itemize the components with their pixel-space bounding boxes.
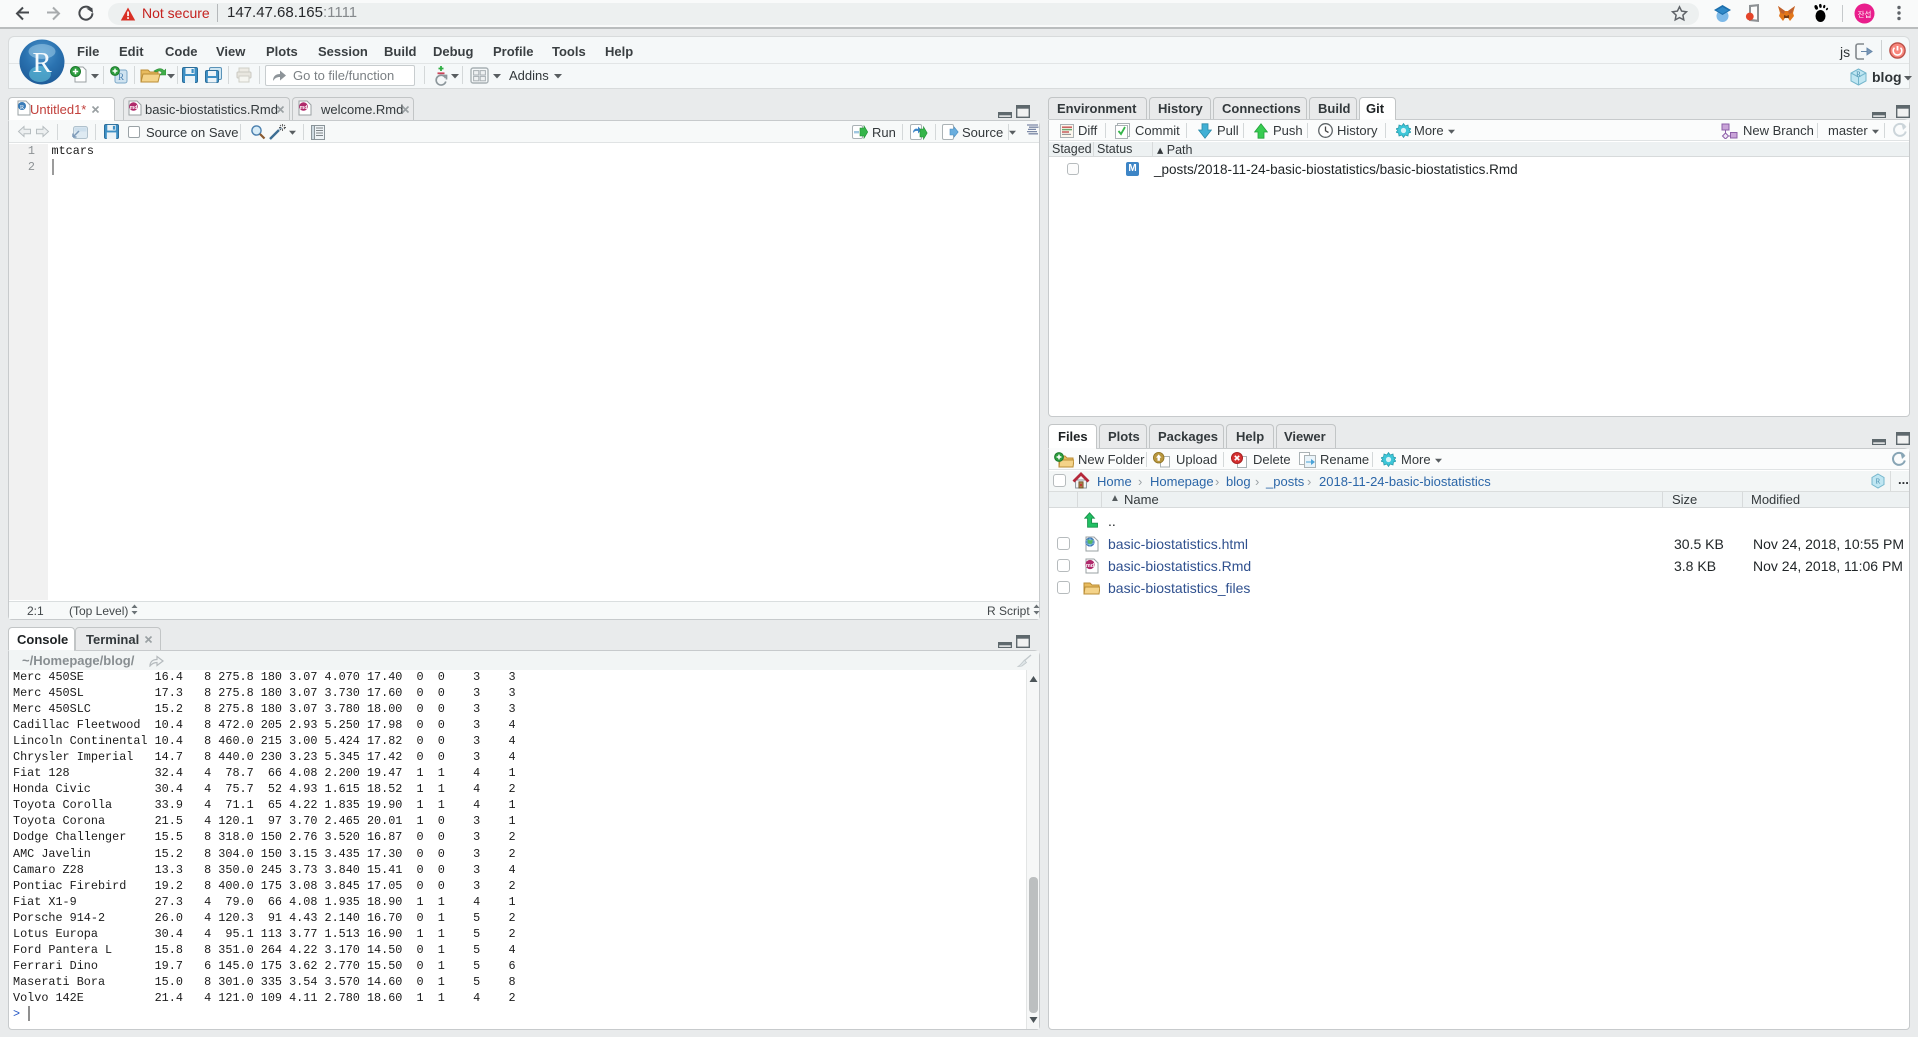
svg-text:md: md [300,105,308,111]
svg-text:잔섭: 잔섭 [1858,9,1872,19]
svg-text:R: R [1856,71,1861,79]
svg-text:R: R [20,104,25,111]
svg-text:md: md [1086,563,1094,569]
svg-text:R: R [1876,478,1881,486]
svg-text:md: md [130,105,138,111]
